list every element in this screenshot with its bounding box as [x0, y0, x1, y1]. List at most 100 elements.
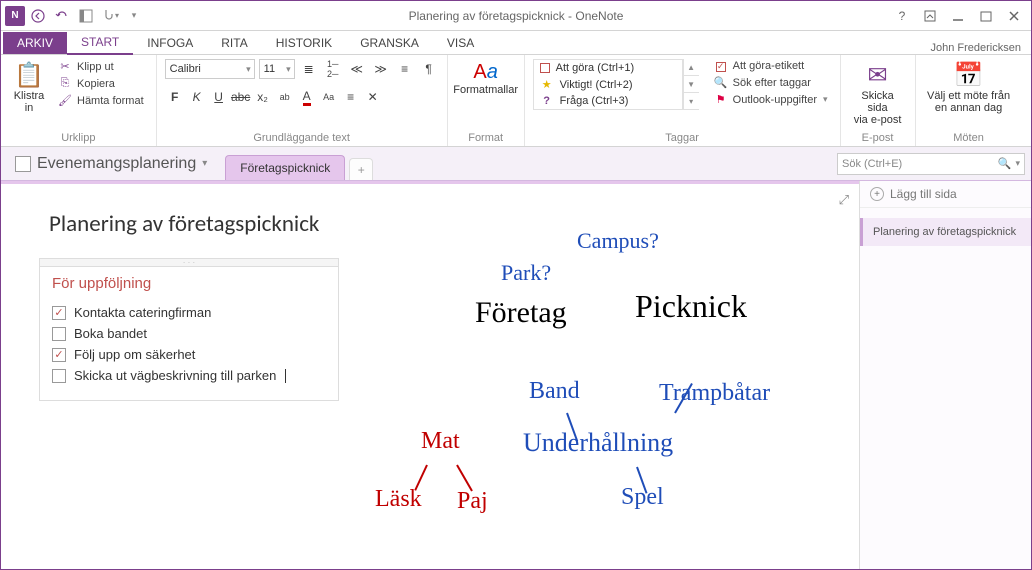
tab-start[interactable]: START — [67, 31, 133, 55]
font-name-select[interactable]: Calibri — [165, 59, 255, 79]
styles-icon: Aa — [473, 61, 497, 84]
delete-button[interactable]: ✕ — [363, 87, 383, 107]
touch-mode-button[interactable]: ▾ — [99, 5, 121, 27]
tab-draw[interactable]: RITA — [207, 32, 261, 54]
page-title[interactable]: Planering av företagspicknick — [49, 210, 319, 238]
note-heading[interactable]: För uppföljning — [52, 275, 326, 292]
window-title: Planering av företagspicknick - OneNote — [409, 9, 624, 23]
checklist-item[interactable]: Boka bandet — [52, 323, 326, 344]
ink-text[interactable]: Trampbåtar — [659, 380, 770, 407]
ink-text[interactable]: Mat — [421, 428, 460, 455]
clear-format-button[interactable]: Aa — [319, 87, 339, 107]
tag-expand[interactable]: ▾ — [684, 93, 699, 110]
styles-button[interactable]: Aa Formatmallar — [456, 59, 516, 98]
tab-view[interactable]: VISA — [433, 32, 488, 54]
maximize-button[interactable] — [973, 5, 999, 27]
group-label-email: E-post — [849, 130, 907, 144]
qat-dock-button[interactable] — [75, 5, 97, 27]
tag-scroll-up[interactable]: ▲ — [684, 59, 699, 76]
search-input[interactable]: Sök (Ctrl+E) 🔍 ▾ — [837, 153, 1025, 175]
scissors-icon: ✂ — [57, 60, 73, 73]
ink-text[interactable]: Underhållning — [523, 428, 673, 458]
help-button[interactable]: ? — [889, 5, 915, 27]
tag-question[interactable]: ?Fråga (Ctrl+3) — [534, 93, 682, 109]
font-size-select[interactable]: 11 — [259, 59, 295, 79]
back-button[interactable] — [27, 5, 49, 27]
file-tab[interactable]: ARKIV — [3, 32, 67, 54]
outdent-button[interactable]: ≪ — [347, 59, 367, 79]
fullscreen-button[interactable]: ⤢ — [839, 192, 849, 208]
page-list-item[interactable]: Planering av företagspicknick — [860, 218, 1031, 246]
highlight-button[interactable]: ab — [275, 87, 295, 107]
cut-button[interactable]: ✂Klipp ut — [53, 59, 148, 74]
titlebar: N ▾ ▾ Planering av företagspicknick - On… — [1, 1, 1031, 31]
checkbox[interactable]: ✓ — [52, 348, 66, 362]
star-icon: ★ — [540, 78, 554, 91]
qat-customize-button[interactable]: ▾ — [123, 5, 145, 27]
page-list: + Lägg till sida Planering av företagspi… — [859, 181, 1031, 569]
font-color-button[interactable]: A — [297, 87, 317, 107]
checklist-item[interactable]: ✓Följ upp om säkerhet — [52, 344, 326, 365]
tag-scroll-down[interactable]: ▼ — [684, 76, 699, 93]
ink-text[interactable]: Picknick — [635, 288, 747, 325]
ink-text[interactable]: Park? — [501, 260, 551, 286]
align-button[interactable]: ≡ — [395, 59, 415, 79]
strike-button[interactable]: abc — [231, 87, 251, 107]
undo-button[interactable] — [51, 5, 73, 27]
close-button[interactable] — [1001, 5, 1027, 27]
copy-button[interactable]: ⎘Kopiera — [53, 76, 148, 91]
notebook-selector[interactable]: Evenemangsplanering ▾ — [1, 147, 221, 180]
ink-text[interactable]: Paj — [457, 488, 488, 515]
plus-icon: + — [870, 187, 884, 201]
tab-review[interactable]: GRANSKA — [346, 32, 433, 54]
subscript-button[interactable]: x₂ — [253, 87, 273, 107]
note-container[interactable]: · · · För uppföljning ✓Kontakta catering… — [39, 258, 339, 401]
bold-button[interactable]: F — [165, 87, 185, 107]
checklist-item[interactable]: ✓Kontakta cateringfirman — [52, 302, 326, 323]
ink-text[interactable]: Band — [529, 378, 580, 405]
user-name[interactable]: John Fredericksen — [931, 42, 1032, 54]
underline-button[interactable]: U — [209, 87, 229, 107]
bullets-button[interactable]: ≣ — [299, 59, 319, 79]
ink-text[interactable]: Campus? — [577, 228, 659, 254]
tag-todo[interactable]: Att göra (Ctrl+1) — [534, 60, 682, 76]
align-opts-button[interactable]: ≡ — [341, 87, 361, 107]
checkbox-icon — [540, 63, 550, 73]
checklist-item[interactable]: Skicka ut vägbeskrivning till parken — [52, 365, 326, 386]
tab-history[interactable]: HISTORIK — [262, 32, 346, 54]
todo-tag-button[interactable]: ✓Att göra-etikett — [709, 59, 832, 73]
ink-text[interactable]: Företag — [475, 296, 567, 330]
email-page-button[interactable]: ✉ Skicka sida via e-post — [849, 59, 907, 128]
checkbox[interactable] — [52, 369, 66, 383]
clipboard-icon: 📋 — [14, 61, 44, 90]
copy-icon: ⎘ — [57, 77, 73, 90]
tag-important[interactable]: ★Viktigt! (Ctrl+2) — [534, 76, 682, 93]
search-scope-dropdown[interactable]: ▾ — [1015, 158, 1020, 169]
checkbox[interactable] — [52, 327, 66, 341]
checkbox[interactable]: ✓ — [52, 306, 66, 320]
paste-button[interactable]: 📋 Klistra in — [9, 59, 49, 116]
numbering-button[interactable]: 1─2─ — [323, 59, 343, 79]
paragraph-icon[interactable]: ¶ — [419, 59, 439, 79]
outlook-tasks-button[interactable]: ⚑Outlook-uppgifter▾ — [709, 92, 832, 107]
add-section-button[interactable]: + — [349, 158, 373, 180]
tab-insert[interactable]: INFOGA — [133, 32, 207, 54]
format-painter-button[interactable]: 🖌Hämta format — [53, 93, 148, 108]
flag-icon: ⚑ — [713, 93, 729, 106]
indent-button[interactable]: ≫ — [371, 59, 391, 79]
brush-icon: 🖌 — [57, 94, 73, 107]
app-icon: N — [5, 6, 25, 26]
note-drag-handle[interactable]: · · · — [40, 259, 338, 267]
find-tags-button[interactable]: 🔍Sök efter taggar — [709, 75, 832, 90]
ink-text[interactable]: Spel — [621, 484, 664, 511]
meeting-button[interactable]: 📅 Välj ett möte från en annan dag — [924, 59, 1014, 116]
ribbon-display-button[interactable] — [917, 5, 943, 27]
section-tab[interactable]: Företagspicknick — [225, 155, 345, 180]
tag-gallery[interactable]: Att göra (Ctrl+1) ★Viktigt! (Ctrl+2) ?Fr… — [533, 59, 683, 110]
minimize-button[interactable] — [945, 5, 971, 27]
italic-button[interactable]: K — [187, 87, 207, 107]
envelope-icon: ✉ — [868, 61, 888, 90]
add-page-button[interactable]: + Lägg till sida — [860, 181, 1031, 208]
notebook-bar: Evenemangsplanering ▾ Företagspicknick +… — [1, 147, 1031, 181]
page-canvas[interactable]: ⤢ Planering av företagspicknick · · · Fö… — [1, 181, 859, 569]
